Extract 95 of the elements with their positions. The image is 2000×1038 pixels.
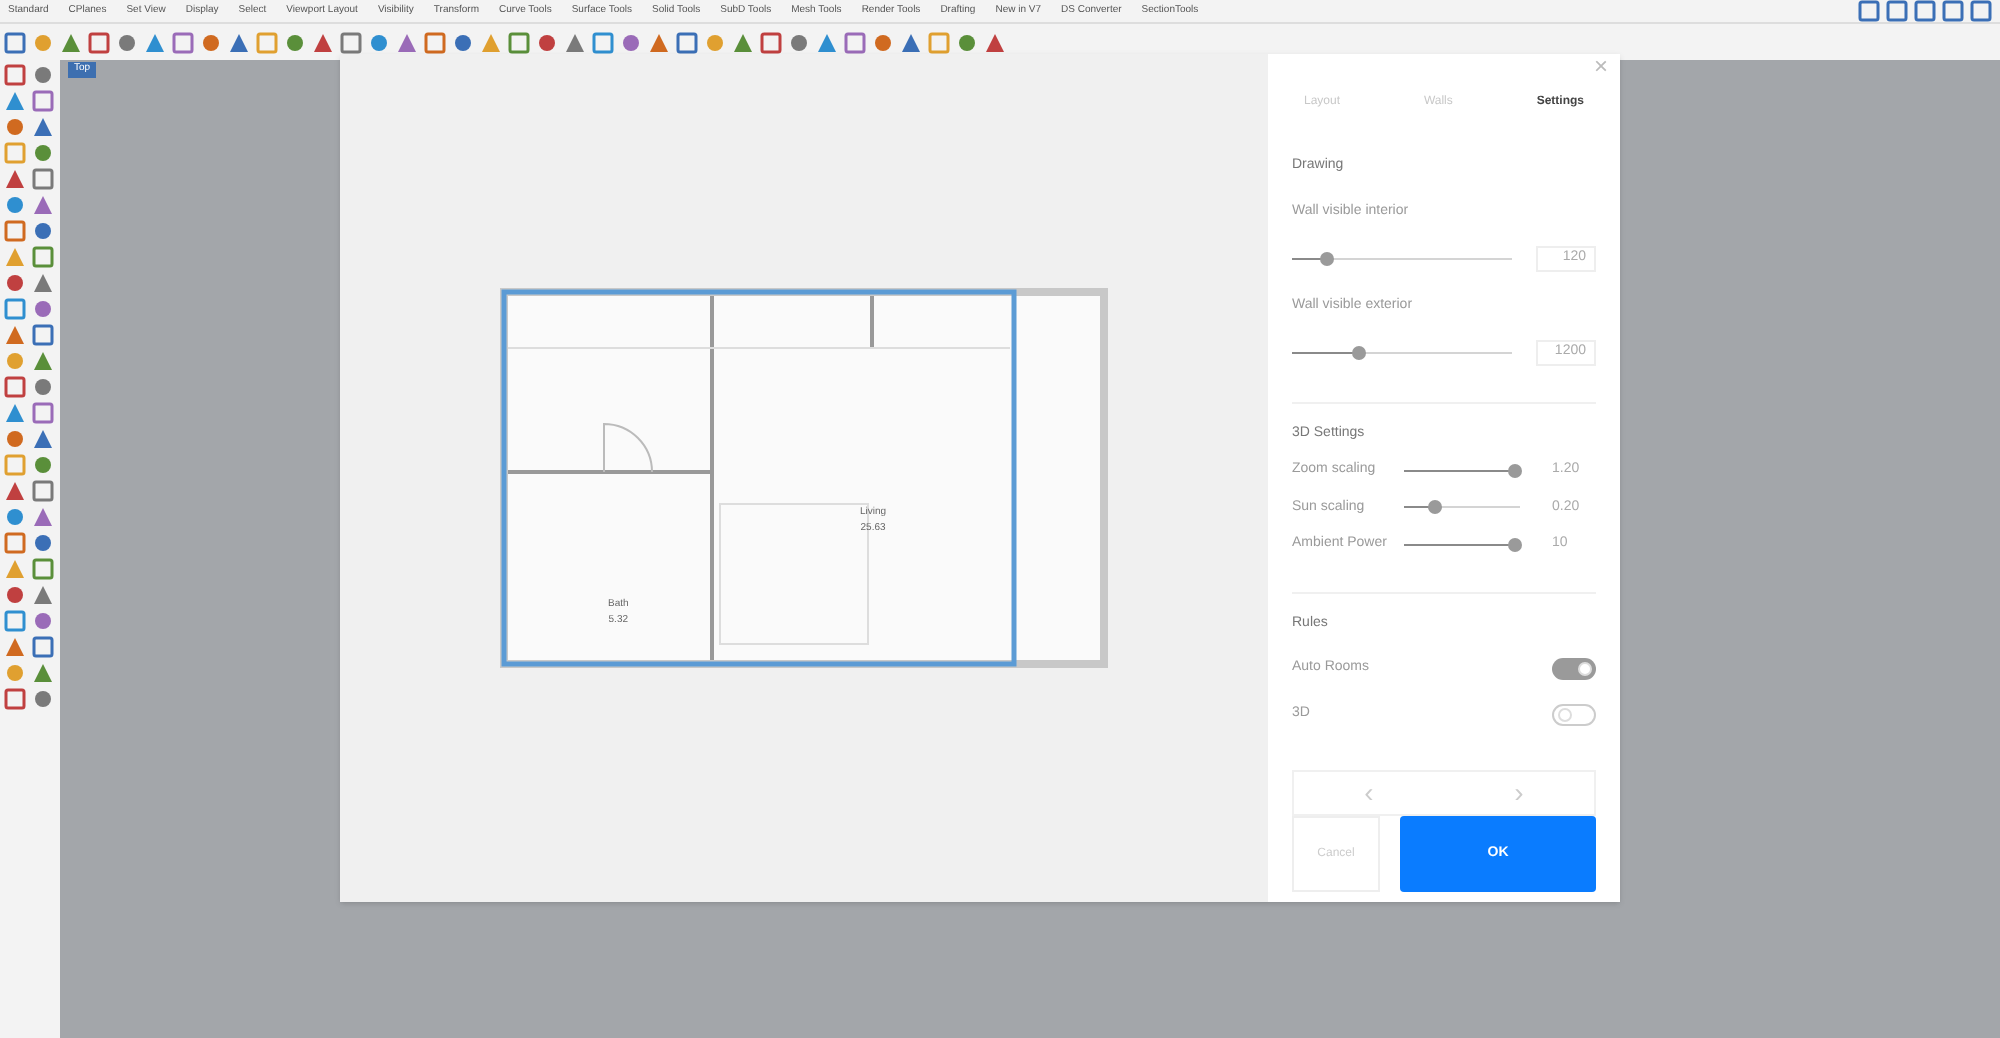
tool-icon[interactable]	[32, 272, 54, 294]
tool-icon[interactable]	[4, 428, 26, 450]
tool-icon[interactable]	[4, 480, 26, 502]
tool-icon[interactable]	[1914, 0, 1936, 22]
tool-icon[interactable]	[4, 90, 26, 112]
tool-icon[interactable]	[4, 324, 26, 346]
tool-icon[interactable]	[4, 402, 26, 424]
tool-icon[interactable]	[312, 31, 334, 53]
tool-icon[interactable]	[200, 31, 222, 53]
tool-icon[interactable]	[4, 610, 26, 632]
tool-icon[interactable]	[844, 31, 866, 53]
tool-icon[interactable]	[32, 194, 54, 216]
tool-icon[interactable]	[32, 168, 54, 190]
slider[interactable]	[1404, 463, 1520, 478]
toggle-switch[interactable]	[1552, 704, 1596, 726]
tool-icon[interactable]	[1858, 0, 1880, 22]
tool-icon[interactable]	[228, 31, 250, 53]
tool-icon[interactable]	[4, 168, 26, 190]
slider[interactable]	[1404, 500, 1520, 515]
tool-icon[interactable]	[32, 428, 54, 450]
tool-icon[interactable]	[4, 532, 26, 554]
tool-icon[interactable]	[32, 402, 54, 424]
tool-icon[interactable]	[340, 31, 362, 53]
tool-icon[interactable]	[32, 64, 54, 86]
tool-icon[interactable]	[256, 31, 278, 53]
tool-icon[interactable]	[60, 31, 82, 53]
tool-icon[interactable]	[928, 31, 950, 53]
tool-icon[interactable]	[760, 31, 782, 53]
tool-icon[interactable]	[4, 662, 26, 684]
tool-icon[interactable]	[284, 31, 306, 53]
tool-icon[interactable]	[788, 31, 810, 53]
tool-icon[interactable]	[676, 31, 698, 53]
tool-icon[interactable]	[32, 142, 54, 164]
slider[interactable]	[1292, 345, 1512, 360]
slider-thumb[interactable]	[1319, 251, 1333, 266]
tool-icon[interactable]	[956, 31, 978, 53]
tool-icon[interactable]	[32, 350, 54, 372]
tool-icon[interactable]	[32, 688, 54, 710]
slider-thumb[interactable]	[1352, 345, 1366, 360]
tool-icon[interactable]	[4, 688, 26, 710]
tool-icon[interactable]	[32, 220, 54, 242]
tool-icon[interactable]	[32, 636, 54, 658]
tool-icon[interactable]	[4, 220, 26, 242]
tool-icon[interactable]	[872, 31, 894, 53]
slider[interactable]	[1292, 251, 1512, 266]
tool-icon[interactable]	[4, 116, 26, 138]
tool-icon[interactable]	[4, 506, 26, 528]
tool-icon[interactable]	[32, 532, 54, 554]
tool-icon[interactable]	[4, 31, 26, 53]
tool-icon[interactable]	[4, 246, 26, 268]
tool-icon[interactable]	[4, 584, 26, 606]
tool-icon[interactable]	[32, 376, 54, 398]
tool-icon[interactable]	[32, 480, 54, 502]
tool-icon[interactable]	[424, 31, 446, 53]
tool-icon[interactable]	[4, 142, 26, 164]
tool-icon[interactable]	[32, 584, 54, 606]
slider-thumb[interactable]	[1508, 463, 1523, 478]
tool-icon[interactable]	[32, 324, 54, 346]
tool-icon[interactable]	[32, 31, 54, 53]
tool-icon[interactable]	[4, 636, 26, 658]
tool-icon[interactable]	[32, 610, 54, 632]
tool-icon[interactable]	[116, 31, 138, 53]
tool-icon[interactable]	[88, 31, 110, 53]
tool-icon[interactable]	[536, 31, 558, 53]
tool-icon[interactable]	[452, 31, 474, 53]
tool-icon[interactable]	[4, 454, 26, 476]
tool-icon[interactable]	[1942, 0, 1964, 22]
tool-icon[interactable]	[368, 31, 390, 53]
tool-icon[interactable]	[32, 90, 54, 112]
tool-icon[interactable]	[32, 506, 54, 528]
tool-icon[interactable]	[1886, 0, 1908, 22]
tool-icon[interactable]	[4, 64, 26, 86]
tool-icon[interactable]	[4, 350, 26, 372]
tool-icon[interactable]	[704, 31, 726, 53]
tool-icon[interactable]	[32, 558, 54, 580]
tool-icon[interactable]	[144, 31, 166, 53]
tool-icon[interactable]	[4, 558, 26, 580]
tool-icon[interactable]	[4, 298, 26, 320]
tool-icon[interactable]	[4, 272, 26, 294]
tool-icon[interactable]	[620, 31, 642, 53]
tool-icon[interactable]	[4, 194, 26, 216]
slider-thumb[interactable]	[1508, 537, 1523, 552]
slider-thumb[interactable]	[1427, 500, 1441, 515]
slider[interactable]	[1404, 537, 1520, 552]
tool-icon[interactable]	[172, 31, 194, 53]
tool-icon[interactable]	[592, 31, 614, 53]
tool-icon[interactable]	[32, 298, 54, 320]
tool-icon[interactable]	[508, 31, 530, 53]
tool-icon[interactable]	[32, 662, 54, 684]
tool-icon[interactable]	[32, 454, 54, 476]
toggle-switch[interactable]	[1552, 658, 1596, 680]
tool-icon[interactable]	[32, 246, 54, 268]
tool-icon[interactable]	[4, 376, 26, 398]
tool-icon[interactable]	[32, 116, 54, 138]
tool-icon[interactable]	[1970, 0, 1992, 22]
